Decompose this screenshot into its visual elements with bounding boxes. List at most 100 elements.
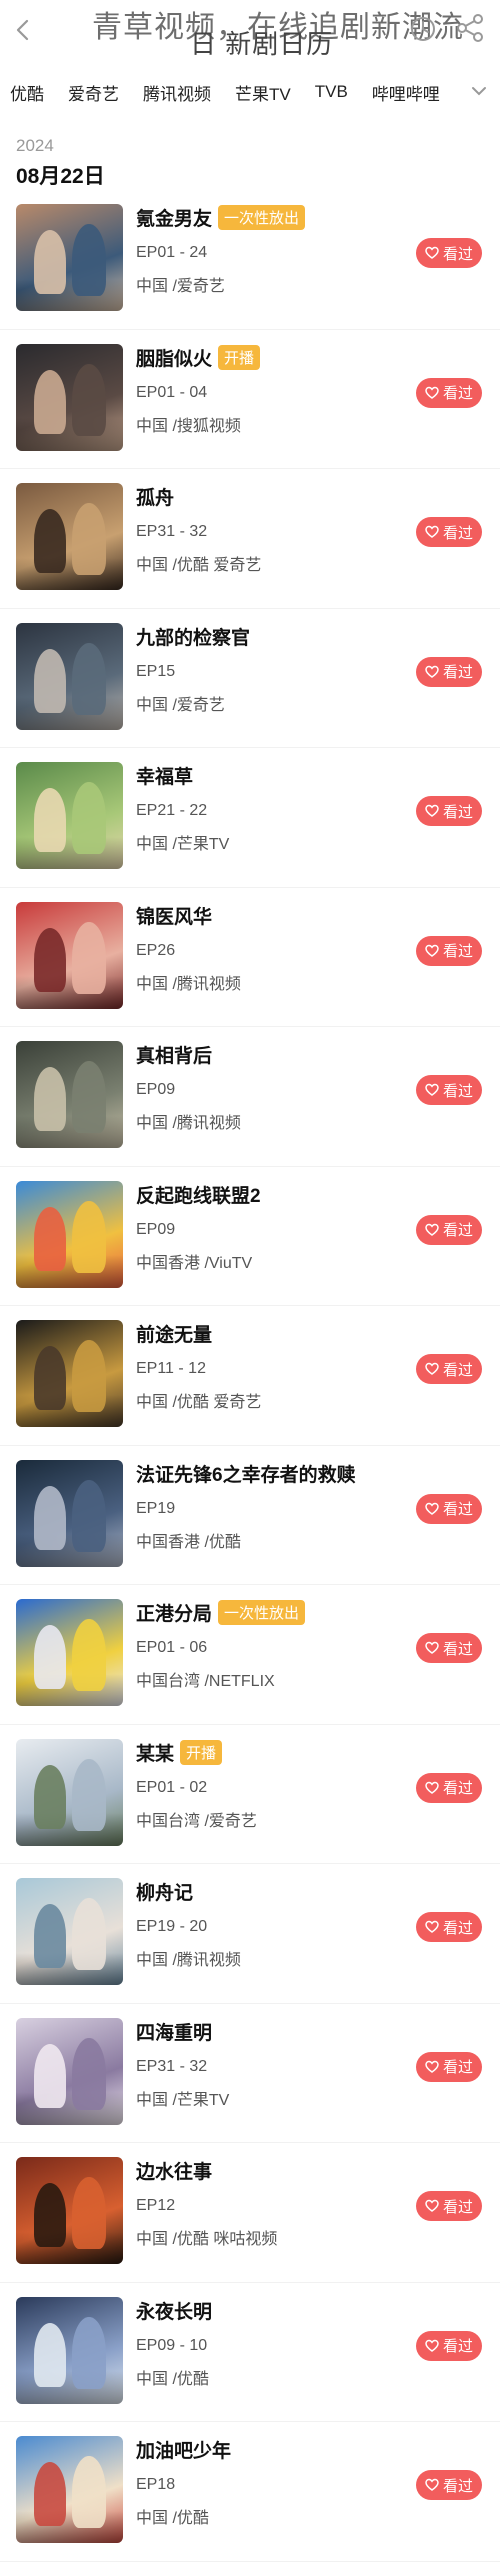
region-platform: 中国台湾 /NETFLIX: [136, 1673, 275, 1690]
show-title[interactable]: 孤舟: [136, 483, 174, 510]
region-platform: 中国 /优酷 爱奇艺: [136, 557, 262, 574]
list-item[interactable]: 锦医风华 EP26 中国 /腾讯视频 看过: [0, 888, 500, 1027]
list-item[interactable]: 柳舟记 EP19 - 20 中国 /腾讯视频 看过: [0, 1864, 500, 2004]
heart-icon: [425, 944, 439, 957]
show-title[interactable]: 前途无量: [136, 1320, 212, 1347]
poster-image[interactable]: [16, 2017, 123, 2125]
watched-button[interactable]: 看过: [416, 796, 482, 826]
release-badge: 一次性放出: [218, 205, 306, 230]
watched-button[interactable]: 看过: [416, 377, 482, 408]
show-title[interactable]: 胭脂似火: [136, 344, 212, 371]
list-item[interactable]: 胭脂似火 开播 EP01 - 04 中国 /搜狐视频 看过: [0, 330, 500, 469]
watched-label: 看过: [442, 2338, 473, 2355]
watched-button[interactable]: 看过: [416, 2330, 482, 2361]
show-title[interactable]: 正港分局: [136, 1599, 212, 1626]
watched-button[interactable]: 看过: [416, 656, 482, 687]
list-item[interactable]: 孤舟 EP31 - 32 中国 /优酷 爱奇艺 看过: [0, 469, 500, 609]
watched-button[interactable]: 看过: [416, 517, 482, 547]
watched-button[interactable]: 看过: [416, 935, 482, 966]
poster-image[interactable]: [16, 762, 123, 869]
poster-image[interactable]: [16, 1459, 123, 1567]
list-item[interactable]: 四海重明 EP31 - 32 中国 /芒果TV 看过: [0, 2004, 500, 2143]
watched-button[interactable]: 看过: [416, 2051, 482, 2082]
title-row: 法证先锋6之幸存者的救赎: [136, 1460, 356, 1487]
heart-icon: [425, 804, 439, 817]
tab-youku[interactable]: 优酷: [10, 80, 44, 105]
watched-button[interactable]: 看过: [416, 1772, 482, 1803]
show-title[interactable]: 某某: [136, 1739, 174, 1766]
watched-button[interactable]: 看过: [416, 1354, 482, 1384]
title-row: 加油吧少年: [136, 2436, 231, 2463]
show-title[interactable]: 九部的检察官: [136, 623, 250, 650]
show-title[interactable]: 边水往事: [136, 2157, 212, 2184]
poster-image[interactable]: [16, 901, 123, 1009]
list-item[interactable]: 正港分局 一次性放出 EP01 - 06 中国台湾 /NETFLIX 看过: [0, 1585, 500, 1725]
show-title[interactable]: 反起跑线联盟2: [136, 1181, 261, 1208]
tab-tvb[interactable]: TVB: [315, 82, 348, 102]
episode-range: EP19 - 20: [136, 1918, 208, 1935]
watched-label: 看过: [442, 524, 473, 542]
episode-range: EP26: [136, 941, 176, 959]
list-item[interactable]: 真相背后 EP09 中国 /腾讯视频 看过: [0, 1027, 500, 1167]
show-title[interactable]: 幸福草: [136, 762, 193, 789]
list-item[interactable]: 前途无量 EP11 - 12 中国 /优酷 爱奇艺 看过: [0, 1306, 500, 1446]
poster-image[interactable]: [16, 1738, 123, 1846]
poster-image[interactable]: [16, 1180, 123, 1288]
back-arrow-icon[interactable]: [12, 16, 34, 44]
tab-tencent-video[interactable]: 腾讯视频: [143, 80, 211, 105]
show-title[interactable]: 四海重明: [136, 2018, 212, 2045]
heart-icon: [425, 1502, 439, 1515]
watched-button[interactable]: 看过: [416, 1493, 482, 1524]
watched-button[interactable]: 看过: [416, 1075, 482, 1105]
watched-button[interactable]: 看过: [416, 2191, 482, 2221]
show-title[interactable]: 柳舟记: [136, 1878, 193, 1905]
heart-icon: [425, 2060, 439, 2073]
heart-icon: [425, 1223, 439, 1236]
watched-button[interactable]: 看过: [416, 1633, 482, 1663]
list-item[interactable]: 法证先锋6之幸存者的救赎 EP19 中国香港 /优酷 看过: [0, 1446, 500, 1585]
episode-range: EP31 - 32: [136, 2057, 208, 2075]
tab-mango-tv[interactable]: 芒果TV: [235, 80, 291, 105]
list-item[interactable]: 某某 开播 EP01 - 02 中国台湾 /爱奇艺 看过: [0, 1725, 500, 1864]
poster-image[interactable]: [16, 1599, 123, 1706]
heart-icon: [425, 2339, 439, 2352]
episode-range: EP01 - 24: [136, 244, 208, 261]
poster-image[interactable]: [16, 1878, 123, 1985]
share-icon[interactable]: [454, 12, 486, 44]
show-title[interactable]: 氪金男友: [136, 204, 212, 231]
show-title[interactable]: 永夜长明: [136, 2297, 212, 2324]
episode-range: EP09 - 10: [136, 2336, 208, 2354]
chevron-down-icon[interactable]: [468, 80, 490, 102]
list-item[interactable]: 反起跑线联盟2 EP09 中国香港 /ViuTV 看过: [0, 1167, 500, 1306]
list-item[interactable]: 幸福草 EP21 - 22 中国 /芒果TV 看过: [0, 748, 500, 888]
title-row: 边水往事: [136, 2157, 212, 2184]
poster-image[interactable]: [16, 1320, 123, 1427]
poster-image[interactable]: [16, 343, 123, 451]
watched-button[interactable]: 看过: [416, 238, 482, 268]
poster-image[interactable]: [16, 2436, 123, 2543]
clock-icon[interactable]: [408, 14, 438, 44]
watched-button[interactable]: 看过: [416, 1214, 482, 1245]
episode-range: EP09: [136, 1220, 176, 1238]
poster-image[interactable]: [16, 483, 123, 590]
poster-image[interactable]: [16, 2296, 123, 2404]
show-title[interactable]: 锦医风华: [136, 902, 212, 929]
list-item[interactable]: 加油吧少年 EP18 中国 /优酷 看过: [0, 2422, 500, 2562]
show-title[interactable]: 法证先锋6之幸存者的救赎: [136, 1460, 356, 1487]
show-title[interactable]: 真相背后: [136, 1041, 212, 1068]
poster-image[interactable]: [16, 2157, 123, 2264]
poster-image[interactable]: [16, 204, 123, 311]
watched-button[interactable]: 看过: [416, 1912, 482, 1942]
poster-image[interactable]: [16, 622, 123, 730]
tab-bilibili[interactable]: 哔哩哔哩: [372, 80, 440, 105]
watched-button[interactable]: 看过: [416, 2470, 482, 2500]
episode-range: EP31 - 32: [136, 523, 208, 540]
heart-icon: [425, 1641, 439, 1654]
list-item[interactable]: 氪金男友 一次性放出 EP01 - 24 中国 /爱奇艺 看过: [0, 190, 500, 330]
list-item[interactable]: 边水往事 EP12 中国 /优酷 咪咕视频 看过: [0, 2143, 500, 2283]
show-title[interactable]: 加油吧少年: [136, 2436, 231, 2463]
list-item[interactable]: 永夜长明 EP09 - 10 中国 /优酷 看过: [0, 2283, 500, 2422]
list-item[interactable]: 九部的检察官 EP15 中国 /爱奇艺 看过: [0, 609, 500, 748]
poster-image[interactable]: [16, 1041, 123, 1148]
tab-iqiyi[interactable]: 爱奇艺: [68, 80, 119, 105]
